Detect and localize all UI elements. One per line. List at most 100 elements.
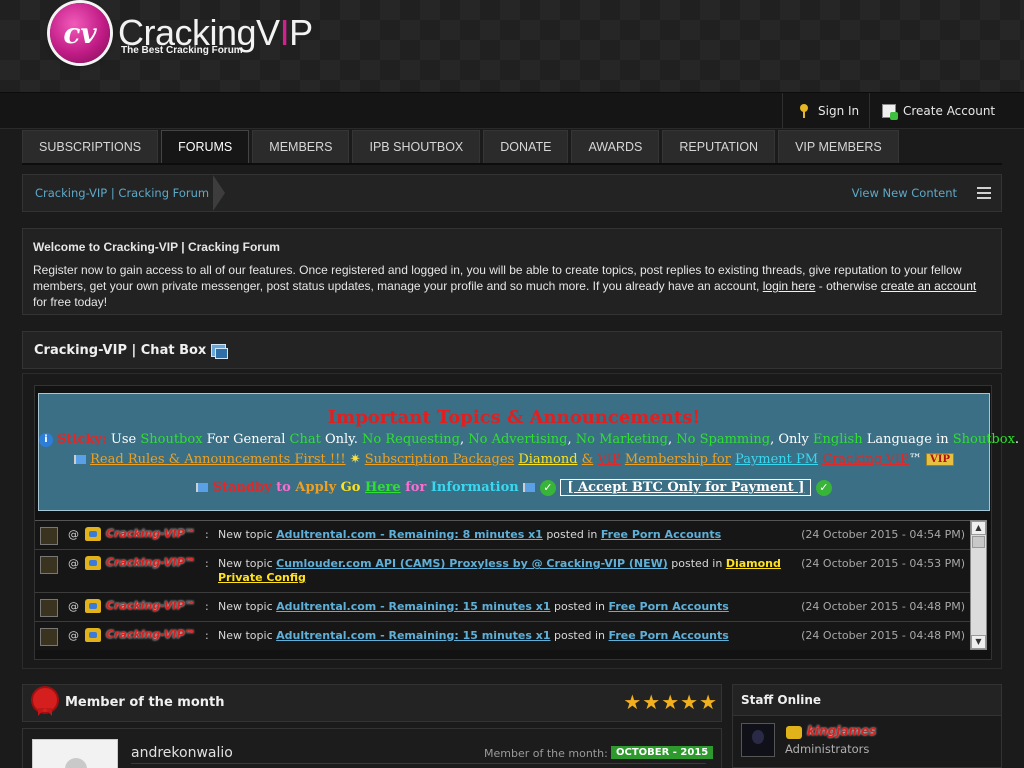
topic-link[interactable]: Adultrental.com - Remaining: 8 minutes x…: [276, 528, 543, 541]
avatar[interactable]: [40, 628, 58, 646]
text: for: [400, 480, 431, 495]
text: posted in: [550, 600, 609, 613]
separator: :: [205, 600, 209, 613]
shout-scrollbar[interactable]: ▲ ▼: [970, 520, 987, 650]
shout-timestamp: (24 October 2015 - 04:48 PM): [801, 600, 965, 613]
text: New topic: [218, 557, 277, 570]
clipboard-add-icon: [882, 103, 898, 120]
vip-badge: VIP: [926, 453, 954, 466]
announcement-title: Important Topics & Announcements!: [327, 407, 701, 428]
tab-members[interactable]: Members: [252, 130, 350, 163]
login-here-link[interactable]: login here: [763, 279, 816, 293]
text: No Spamming: [676, 432, 771, 447]
member-of-month-header: Member of the month ★ ★ ★ ★ ★: [22, 684, 722, 722]
nav-divider: [22, 163, 1002, 165]
sign-in-link[interactable]: Sign In: [782, 93, 869, 128]
crown-icon: [85, 628, 101, 642]
tab-reputation[interactable]: Reputation: [662, 130, 776, 163]
tab-forums[interactable]: Forums: [161, 130, 250, 163]
mention-icon[interactable]: @: [68, 629, 79, 642]
tab-subscriptions[interactable]: Subscriptions: [22, 130, 159, 163]
shout-row: @ Cracking-VIP™: New topic Cumlouder.com A…: [35, 549, 970, 592]
cracking-vip-link[interactable]: Cracking-VIP: [822, 452, 909, 467]
avatar[interactable]: [40, 527, 58, 545]
logo-text-i: I: [279, 12, 290, 53]
shout-username[interactable]: Cracking-VIP™: [106, 527, 196, 540]
apply-here-link[interactable]: Here: [365, 480, 401, 495]
mention-icon[interactable]: @: [68, 557, 79, 570]
member-of-month-title: Member of the month: [65, 695, 225, 710]
chatbox-title: Cracking-VIP | Chat Box: [34, 342, 207, 358]
diamond-link[interactable]: Diamond: [518, 452, 577, 467]
avatar[interactable]: [32, 739, 118, 768]
breadcrumb: Cracking-VIP | Cracking Forum View New C…: [22, 174, 1002, 212]
subscription-packages-link[interactable]: Subscription Packages: [365, 452, 514, 467]
list-menu-icon[interactable]: [977, 187, 991, 199]
avatar[interactable]: [741, 723, 775, 757]
logo-icon[interactable]: cv: [50, 3, 110, 63]
create-account-inline-link[interactable]: create an account: [881, 279, 976, 293]
welcome-title: Welcome to Cracking-VIP | Cracking Forum: [33, 240, 280, 254]
text: English: [813, 432, 863, 447]
crown-icon: [786, 726, 802, 739]
text: .: [1014, 432, 1020, 447]
forum-link[interactable]: Free Porn Accounts: [609, 629, 729, 642]
member-username[interactable]: andrekonwalio: [131, 745, 233, 761]
staff-online-title: Staff Online: [741, 693, 822, 707]
read-rules-link[interactable]: Read Rules & Announcements First !!!: [90, 452, 345, 467]
mention-icon[interactable]: @: [68, 600, 79, 613]
vip-link[interactable]: VIP: [597, 452, 620, 467]
star-icon: ★: [661, 690, 680, 714]
text: Use: [106, 432, 141, 447]
shout-username[interactable]: Cracking-VIP™: [106, 599, 196, 612]
text: New topic: [218, 629, 277, 642]
key-icon: [797, 103, 811, 118]
tab-ipb-shoutbox[interactable]: IPB Shoutbox: [352, 130, 481, 163]
text: &: [581, 452, 594, 467]
tab-vip-members[interactable]: VIP Members: [778, 130, 899, 163]
text: Information: [430, 480, 519, 495]
text: Go: [336, 480, 365, 495]
mention-icon[interactable]: @: [68, 528, 79, 541]
scroll-up-icon[interactable]: ▲: [971, 521, 986, 535]
shout-timestamp: (24 October 2015 - 04:53 PM): [801, 557, 965, 570]
staff-username[interactable]: kingjames: [807, 724, 876, 738]
site-header: cv CrackingVIP The Best Cracking Forum: [0, 0, 1024, 93]
text: to: [271, 480, 296, 495]
shout-username[interactable]: Cracking-VIP™: [106, 556, 196, 569]
breadcrumb-home-link[interactable]: Cracking-VIP | Cracking Forum: [35, 186, 209, 200]
flag-icon: [523, 483, 536, 492]
scroll-down-icon[interactable]: ▼: [971, 635, 986, 649]
text: Membership for: [624, 452, 731, 467]
check-icon: ✓: [815, 479, 832, 496]
avatar[interactable]: [40, 556, 58, 574]
forum-link[interactable]: Free Porn Accounts: [609, 600, 729, 613]
staff-online-body: kingjames Administrators: [732, 716, 1002, 768]
check-icon: ✓: [539, 479, 556, 496]
scroll-thumb[interactable]: [972, 536, 985, 548]
avatar[interactable]: [40, 599, 58, 617]
view-new-content-link[interactable]: View New Content: [852, 186, 957, 200]
payment-pm-link[interactable]: Payment PM: [735, 452, 818, 467]
tab-awards[interactable]: Awards: [571, 130, 660, 163]
text: , Only: [770, 432, 814, 447]
popup-window-icon[interactable]: [211, 343, 229, 359]
welcome-text-2: - otherwise: [815, 279, 881, 293]
chatbox-header: Cracking-VIP | Chat Box: [22, 331, 1002, 369]
create-account-link[interactable]: Create Account: [869, 93, 1024, 128]
topic-link[interactable]: Adultrental.com - Remaining: 15 minutes …: [276, 629, 550, 642]
text: Language in: [862, 432, 953, 447]
text: posted in: [667, 557, 726, 570]
forum-link[interactable]: Free Porn Accounts: [601, 528, 721, 541]
main-nav: Subscriptions Forums Members IPB Shoutbo…: [22, 130, 902, 163]
sign-in-label: Sign In: [818, 103, 860, 118]
shout-username[interactable]: Cracking-VIP™: [106, 628, 196, 641]
info-icon: i: [39, 432, 53, 447]
rating-stars: ★ ★ ★ ★ ★: [622, 692, 717, 712]
topic-link[interactable]: Cumlouder.com API (CAMS) Proxyless by @ …: [276, 557, 668, 570]
tab-donate[interactable]: Donate: [483, 130, 569, 163]
star-icon: ★: [699, 690, 717, 714]
text: Standby: [212, 480, 272, 495]
btc-payment-link[interactable]: [ Accept BTC Only for Payment ]: [560, 479, 812, 496]
topic-link[interactable]: Adultrental.com - Remaining: 15 minutes …: [276, 600, 550, 613]
